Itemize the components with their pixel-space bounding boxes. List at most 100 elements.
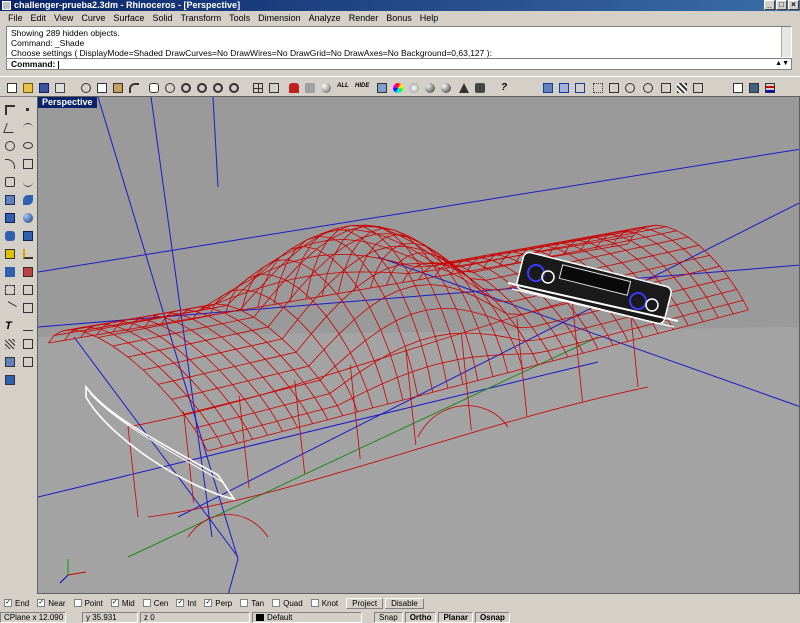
command-input[interactable] [58, 60, 60, 69]
history-icon[interactable] [2, 372, 18, 388]
menu-edit[interactable]: Edit [27, 11, 51, 26]
trim-icon[interactable] [2, 300, 18, 316]
curve-icon[interactable] [20, 120, 36, 136]
hatch-icon[interactable] [2, 336, 18, 352]
osnap-target-icon[interactable] [640, 80, 654, 94]
osnap-int-checkbox[interactable]: ✓ [176, 599, 185, 607]
render-view-icon[interactable] [2, 354, 18, 370]
osnap-perp[interactable]: ✓ Perp [204, 599, 232, 608]
material-sphere-icon[interactable] [422, 80, 436, 94]
layers-icon[interactable] [374, 80, 388, 94]
layer-panel[interactable]: Default [252, 611, 362, 623]
osnap-tan-checkbox[interactable] [240, 599, 249, 607]
surface-icon[interactable] [2, 192, 18, 208]
circle-icon[interactable] [2, 138, 18, 154]
osnap-point[interactable]: Point [73, 599, 103, 608]
copy-icon[interactable] [94, 80, 108, 94]
zoom-extents-icon[interactable] [210, 80, 224, 94]
new-file-icon[interactable] [4, 80, 18, 94]
command-scroll-arrows[interactable]: ▲▼ [775, 59, 789, 69]
osnap-perp-checkbox[interactable]: ✓ [204, 599, 213, 607]
osnap-end-checkbox[interactable]: ✓ [4, 599, 12, 607]
match-surface-icon[interactable] [556, 80, 570, 94]
rotate-view-icon[interactable] [162, 80, 176, 94]
undo-icon[interactable] [126, 80, 140, 94]
open-file-icon[interactable] [20, 80, 34, 94]
osnap-quad-checkbox[interactable] [272, 599, 281, 607]
history-scrollbar[interactable] [781, 27, 791, 57]
dimension-icon[interactable] [20, 318, 36, 334]
layout-icon[interactable] [20, 354, 36, 370]
grid-icon[interactable] [266, 80, 280, 94]
snap-toggle[interactable]: Snap [374, 611, 403, 623]
pan-hand-icon[interactable] [146, 80, 160, 94]
transform-icon[interactable] [2, 264, 18, 280]
options-icon[interactable] [762, 80, 776, 94]
properties-icon[interactable] [406, 80, 420, 94]
zoom-selected-icon[interactable] [226, 80, 240, 94]
arc-icon[interactable] [2, 156, 18, 172]
save-icon[interactable] [36, 80, 50, 94]
cylinder-icon[interactable] [2, 228, 18, 244]
environment-icon[interactable] [472, 80, 486, 94]
rectangle-icon[interactable] [20, 156, 36, 172]
osnap-near[interactable]: ✓ Near [37, 599, 66, 608]
sphere-render-icon[interactable] [318, 80, 332, 94]
osnap-point-checkbox[interactable] [73, 599, 82, 607]
osnap-cen[interactable]: Cen [142, 599, 168, 608]
draft-angle-icon[interactable] [690, 80, 704, 94]
join-icon[interactable] [20, 282, 36, 298]
disable-button[interactable]: Disable [385, 597, 424, 609]
polyline-icon[interactable] [2, 120, 18, 136]
help-icon[interactable]: ? [498, 80, 512, 94]
zoom-window-icon[interactable] [194, 80, 208, 94]
maximize-button[interactable]: □ [776, 0, 787, 10]
menu-bonus[interactable]: Bonus [382, 11, 416, 26]
menu-tools[interactable]: Tools [225, 11, 254, 26]
hide-icon[interactable]: HIDE [354, 80, 372, 94]
minimize-button[interactable]: _ [764, 0, 775, 10]
paste-icon[interactable] [110, 80, 124, 94]
osnap-knot-checkbox[interactable] [310, 599, 319, 607]
perspective-viewport[interactable]: Perspective [37, 96, 800, 594]
extract-icon[interactable] [20, 246, 36, 262]
ellipse-icon[interactable] [20, 138, 36, 154]
menu-view[interactable]: View [50, 11, 77, 26]
menu-curve[interactable]: Curve [77, 11, 109, 26]
menu-render[interactable]: Render [345, 11, 383, 26]
viewport-title[interactable]: Perspective [38, 97, 97, 108]
project-button[interactable]: Project [346, 597, 384, 609]
color-wheel-icon[interactable] [390, 80, 404, 94]
osnap-toggle[interactable]: Osnap [474, 611, 510, 623]
print-icon[interactable] [52, 80, 66, 94]
render-sphere-icon[interactable] [438, 80, 452, 94]
box-solid-icon[interactable] [2, 210, 18, 226]
edit-points-icon[interactable] [622, 80, 636, 94]
command-prompt[interactable]: Command: ▲▼ [6, 58, 792, 70]
text-icon[interactable]: T [2, 318, 18, 334]
planar-toggle[interactable]: Planar [438, 611, 473, 623]
select-arrow-icon[interactable] [2, 102, 18, 118]
analyze-curvature-icon[interactable] [658, 80, 672, 94]
sphere-solid-icon[interactable] [20, 210, 36, 226]
menu-help[interactable]: Help [416, 11, 443, 26]
image-icon[interactable] [746, 80, 760, 94]
menu-file[interactable]: File [4, 11, 27, 26]
light-icon[interactable] [456, 80, 470, 94]
ortho-toggle[interactable]: Ortho [404, 611, 437, 623]
curve-from-object-icon[interactable] [2, 246, 18, 262]
menu-solid[interactable]: Solid [148, 11, 176, 26]
menu-transform[interactable]: Transform [176, 11, 225, 26]
point-icon[interactable] [20, 102, 36, 118]
four-viewports-icon[interactable] [250, 80, 264, 94]
car-render-icon[interactable] [286, 80, 300, 94]
osnap-mid-checkbox[interactable]: ✓ [110, 599, 119, 607]
menu-analyze[interactable]: Analyze [305, 11, 345, 26]
osnap-end[interactable]: ✓ End [4, 599, 29, 608]
grasshopper-doc-icon[interactable] [730, 80, 744, 94]
boolean-icon[interactable] [20, 264, 36, 280]
array-icon[interactable] [2, 282, 18, 298]
zoom-icon[interactable] [178, 80, 192, 94]
osnap-mid[interactable]: ✓ Mid [110, 599, 135, 608]
close-button[interactable]: × [788, 0, 799, 10]
